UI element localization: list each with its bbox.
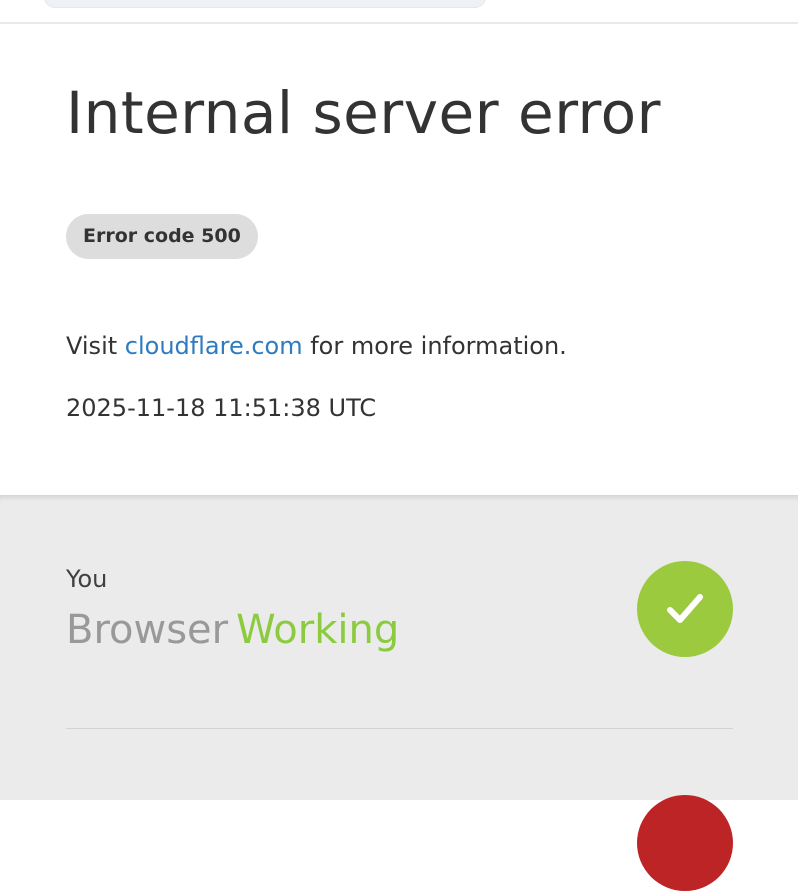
info-text: Visit cloudflare.com for more informatio… — [66, 332, 567, 360]
address-bar[interactable] — [44, 0, 486, 8]
cloudflare-link[interactable]: cloudflare.com — [125, 332, 303, 360]
info-suffix: for more information. — [310, 332, 567, 360]
status-divider — [66, 728, 733, 729]
info-prefix: Visit — [66, 332, 118, 360]
page-title: Internal server error — [66, 79, 661, 147]
error-timestamp: 2025-11-18 11:51:38 UTC — [66, 394, 377, 422]
browser-top-bar — [0, 0, 798, 24]
working-status: Working — [236, 607, 400, 653]
status-section: You Browser Working — [0, 495, 798, 891]
browser-status-line: Browser Working — [66, 607, 399, 653]
error-card: Internal server error Error code 500 Vis… — [0, 24, 798, 495]
error-icon — [637, 795, 733, 891]
browser-label: Browser — [66, 607, 229, 653]
status-you-label: You — [66, 565, 108, 593]
error-code-badge: Error code 500 — [66, 214, 258, 259]
check-icon — [637, 561, 733, 657]
